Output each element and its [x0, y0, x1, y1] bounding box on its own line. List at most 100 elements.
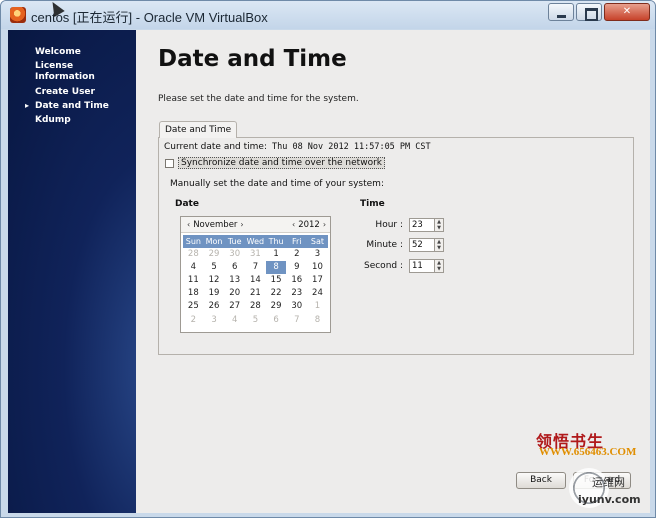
calendar-day[interactable]: 5	[245, 314, 266, 327]
next-month-icon[interactable]: ›	[240, 220, 243, 229]
calendar-day[interactable]: 29	[204, 248, 225, 261]
calendar-day[interactable]: 2	[183, 314, 204, 327]
calendar-day[interactable]: 14	[245, 274, 266, 287]
weekday-header: Tue	[224, 235, 246, 249]
time-section-label: Time	[360, 199, 385, 209]
window-title: centos [正在运行] - Oracle VM VirtualBox	[31, 10, 268, 25]
calendar-day[interactable]: 9	[286, 261, 307, 274]
calendar-day[interactable]: 27	[224, 300, 245, 313]
hour-spin-buttons[interactable]: ▲ ▼	[435, 218, 444, 232]
calendar-day[interactable]: 10	[307, 261, 328, 274]
main-content: Date and Time Please set the date and ti…	[136, 30, 650, 513]
second-label: Second :	[363, 261, 403, 271]
calendar-day[interactable]: 21	[245, 287, 266, 300]
spin-down-icon[interactable]: ▼	[437, 245, 441, 251]
virtualbox-window: centos [正在运行] - Oracle VM VirtualBox ✕ ▸…	[0, 0, 656, 518]
sync-option[interactable]: Synchronize date and time over the netwo…	[165, 157, 385, 169]
calendar-day[interactable]: 26	[204, 300, 225, 313]
current-datetime-value: Thu 08 Nov 2012 11:57:05 PM CST	[271, 142, 431, 152]
calendar-day[interactable]: 30	[224, 248, 245, 261]
site-logo-text: 运维网	[592, 476, 625, 489]
page-title: Date and Time	[158, 46, 347, 72]
calendar-day[interactable]: 25	[183, 300, 204, 313]
calendar-day[interactable]: 30	[286, 300, 307, 313]
calendar-day[interactable]: 16	[286, 274, 307, 287]
prev-year-icon[interactable]: ‹	[292, 220, 295, 229]
calendar-day-selected[interactable]: 8	[265, 261, 287, 275]
maximize-button[interactable]	[576, 3, 602, 21]
virtualbox-app-icon	[10, 7, 26, 23]
calendar-day[interactable]: 29	[266, 300, 287, 313]
calendar-day[interactable]: 3	[307, 248, 328, 261]
second-spin-buttons[interactable]: ▲ ▼	[435, 259, 444, 273]
calendar-day[interactable]: 18	[183, 287, 204, 300]
current-datetime-label: Current date and time:	[164, 142, 267, 152]
spin-down-icon[interactable]: ▼	[437, 266, 441, 272]
hour-row: Hour : 23 ▲ ▼	[363, 218, 444, 232]
sidebar-item-kdump: Kdump	[35, 115, 71, 125]
hour-spinbox[interactable]: 23	[409, 218, 435, 232]
minute-spin-buttons[interactable]: ▲ ▼	[435, 238, 444, 252]
next-year-icon[interactable]: ›	[323, 220, 326, 229]
calendar-day[interactable]: 8	[307, 314, 328, 327]
year-label: 2012	[298, 220, 320, 230]
current-datetime: Current date and time: Thu 08 Nov 2012 11…	[164, 142, 431, 152]
calendar-day[interactable]: 1	[266, 248, 287, 261]
calendar-day[interactable]: 23	[286, 287, 307, 300]
calendar-day[interactable]: 1	[307, 300, 328, 313]
current-step-marker-icon: ▸	[25, 101, 30, 110]
prev-month-icon[interactable]: ‹	[187, 220, 190, 229]
guest-screen: ▸ Welcome License Information Create Use…	[8, 30, 650, 513]
calendar-day[interactable]: 6	[266, 314, 287, 327]
minimize-button[interactable]	[548, 3, 574, 21]
calendar-day[interactable]: 6	[224, 261, 245, 274]
calendar-day[interactable]: 4	[183, 261, 204, 274]
weekday-header: Sat	[307, 235, 328, 249]
calendar-day[interactable]: 19	[204, 287, 225, 300]
weekday-header: Wed	[245, 235, 266, 249]
calendar-day[interactable]: 4	[224, 314, 245, 327]
calendar-day[interactable]: 24	[307, 287, 328, 300]
minute-spinbox[interactable]: 52	[409, 238, 435, 252]
minute-label: Minute :	[366, 240, 403, 250]
minute-row: Minute : 52 ▲ ▼	[363, 238, 444, 252]
calendar[interactable]: ‹ November › ‹ 2012 › Sun Mon Tue Wed Thu Fri Sat 2…	[180, 216, 331, 333]
watermark-url: WWW.656463.COM	[539, 446, 637, 458]
calendar-grid: Sun Mon Tue Wed Thu Fri Sat 28 29 30 31 1 2 3 4 5 6 7 8 9 10…	[183, 235, 328, 327]
calendar-day[interactable]: 20	[224, 287, 245, 300]
sidebar-item-date-and-time: Date and Time	[35, 101, 109, 111]
calendar-day[interactable]: 31	[245, 248, 266, 261]
calendar-day[interactable]: 22	[266, 287, 287, 300]
calendar-day[interactable]: 17	[307, 274, 328, 287]
back-button[interactable]: Back	[516, 472, 566, 489]
spin-down-icon[interactable]: ▼	[437, 225, 441, 231]
hour-label: Hour :	[375, 220, 403, 230]
weekday-header: Sun	[183, 235, 204, 249]
sync-checkbox[interactable]	[165, 158, 174, 168]
second-row: Second : 11 ▲ ▼	[363, 259, 444, 273]
calendar-day[interactable]: 12	[204, 274, 225, 287]
calendar-day[interactable]: 11	[183, 274, 204, 287]
tab-date-and-time[interactable]: Date and Time	[159, 121, 238, 138]
title-bar[interactable]: centos [正在运行] - Oracle VM VirtualBox ✕	[1, 1, 655, 29]
calendar-day[interactable]: 2	[286, 248, 307, 261]
calendar-day[interactable]: 5	[204, 261, 225, 274]
close-button[interactable]: ✕	[604, 3, 650, 21]
page-intro: Please set the date and time for the sys…	[158, 94, 359, 104]
calendar-day[interactable]: 3	[204, 314, 225, 327]
calendar-day[interactable]: 13	[224, 274, 245, 287]
weekday-header: Fri	[286, 235, 308, 249]
sync-label[interactable]: Synchronize date and time over the netwo…	[178, 157, 385, 169]
sidebar-item-license-information: License Information	[35, 61, 95, 82]
second-spinbox[interactable]: 11	[409, 259, 435, 273]
calendar-day[interactable]: 28	[245, 300, 266, 313]
date-section-label: Date	[175, 199, 199, 209]
calendar-day[interactable]: 7	[286, 314, 307, 327]
manual-set-label: Manually set the date and time of your s…	[170, 179, 384, 189]
calendar-day[interactable]: 28	[183, 248, 204, 261]
sidebar-item-create-user: Create User	[35, 87, 95, 97]
calendar-day[interactable]: 7	[245, 261, 266, 274]
calendar-day[interactable]: 15	[266, 274, 287, 287]
weekday-header: Thu	[265, 235, 287, 249]
weekday-header: Mon	[203, 235, 225, 249]
